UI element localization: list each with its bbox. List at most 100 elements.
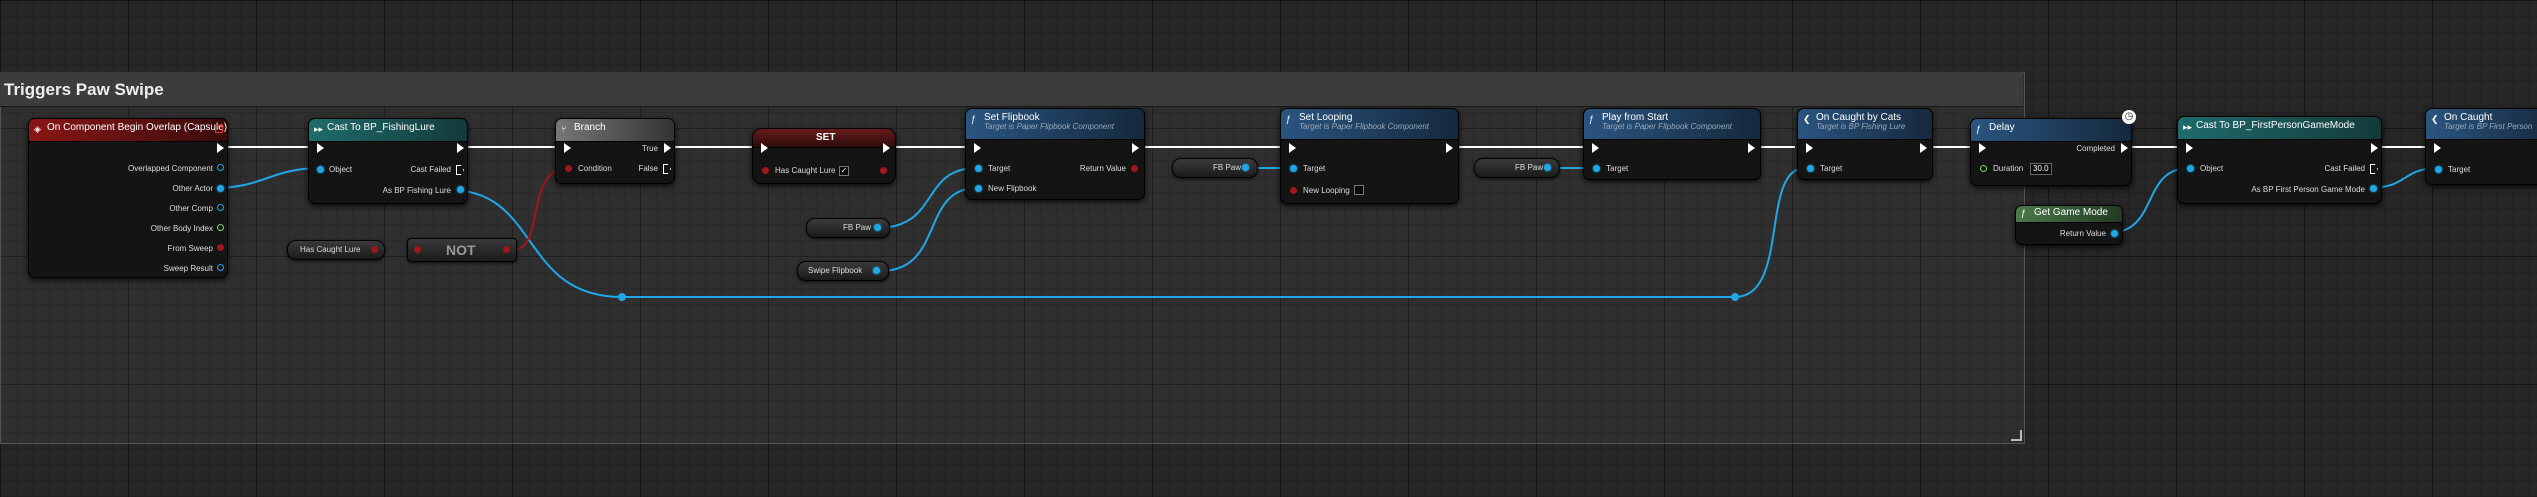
has-caught-lure-in-pin[interactable] — [762, 167, 769, 174]
delegate-pin[interactable] — [215, 125, 223, 133]
target-pin[interactable] — [1593, 165, 1600, 172]
node-title: Cast To BP_FishingLure — [327, 122, 435, 133]
new-looping-checkbox[interactable] — [1354, 185, 1364, 195]
exec-in-pin[interactable] — [761, 143, 768, 153]
message-icon: ❮ — [1803, 114, 1811, 124]
node-branch[interactable]: ⑂ Branch True Condition False — [555, 118, 675, 184]
pin-label: As BP Fishing Lure — [382, 186, 451, 195]
node-subtitle: Target is BP Fishing Lure — [1816, 122, 1906, 131]
true-exec-pin[interactable] — [664, 143, 671, 153]
pin-label: Target — [1606, 164, 1629, 173]
duration-pin[interactable] — [1980, 165, 1987, 172]
node-cast-to-fishing-lure[interactable]: ▸▸ Cast To BP_FishingLure Object Cast Fa… — [308, 118, 468, 204]
object-out-pin[interactable] — [874, 224, 881, 231]
object-pin[interactable] — [2187, 165, 2194, 172]
function-icon: ƒ — [971, 114, 977, 124]
other-actor-pin[interactable] — [217, 185, 224, 192]
node-not[interactable]: NOT — [407, 238, 517, 262]
not-label: NOT — [446, 242, 476, 258]
other-comp-pin[interactable] — [217, 204, 224, 211]
exec-out-pin[interactable] — [457, 143, 464, 153]
exec-out-pin[interactable] — [1446, 143, 1453, 153]
new-flipbook-pin[interactable] — [975, 185, 982, 192]
object-out-pin[interactable] — [873, 267, 880, 274]
node-subtitle: Target is Paper Flipbook Component — [1602, 122, 1732, 131]
target-pin[interactable] — [2435, 166, 2442, 173]
sweep-result-pin[interactable] — [217, 264, 224, 271]
exec-in-pin[interactable] — [1979, 143, 1986, 153]
exec-in-pin[interactable] — [2186, 143, 2193, 153]
get-fb-paw[interactable]: FB Paw — [1474, 158, 1560, 178]
message-icon: ❮ — [2431, 114, 2439, 124]
object-out-pin[interactable] — [1242, 164, 1249, 171]
function-icon: ƒ — [1286, 114, 1292, 124]
condition-pin[interactable] — [565, 165, 572, 172]
duration-input[interactable]: 30.0 — [2030, 163, 2052, 175]
event-icon: ◈ — [34, 124, 41, 134]
exec-out-pin[interactable] — [1920, 143, 1927, 153]
pin-label: Condition — [578, 164, 612, 173]
pin-label: Sweep Result — [163, 264, 213, 273]
exec-in-pin[interactable] — [1806, 143, 1813, 153]
get-fb-paw[interactable]: FB Paw — [1172, 158, 1258, 178]
node-on-caught[interactable]: ❮ On Caught Target is BP First Person Ta… — [2425, 108, 2537, 185]
exec-in-pin[interactable] — [974, 143, 981, 153]
exec-in-pin[interactable] — [564, 143, 571, 153]
pin-label: Target — [1303, 164, 1326, 173]
object-pin[interactable] — [317, 166, 324, 173]
exec-out-pin[interactable] — [217, 143, 224, 153]
exec-in-pin[interactable] — [1592, 143, 1599, 153]
target-pin[interactable] — [1290, 165, 1297, 172]
as-first-person-game-mode-pin[interactable] — [2370, 185, 2377, 192]
return-value-pin[interactable] — [2111, 230, 2118, 237]
get-swipe-flipbook[interactable]: Swipe Flipbook — [797, 261, 889, 281]
new-looping-pin[interactable] — [1290, 187, 1297, 194]
node-on-caught-by-cats[interactable]: ❮ On Caught by Cats Target is BP Fishing… — [1797, 108, 1933, 180]
as-fishing-lure-pin[interactable] — [457, 186, 464, 193]
node-delay[interactable]: ƒ Delay Completed Duration 30.0 — [1970, 118, 2132, 186]
target-pin[interactable] — [1807, 165, 1814, 172]
target-pin[interactable] — [975, 165, 982, 172]
exec-out-pin[interactable] — [1748, 143, 1755, 153]
overlapped-component-pin[interactable] — [217, 164, 224, 171]
from-sweep-pin[interactable] — [217, 244, 224, 251]
node-title: Cast To BP_FirstPersonGameMode — [2196, 120, 2355, 131]
node-cast-to-first-person-game-mode[interactable]: ▸▸ Cast To BP_FirstPersonGameMode Object… — [2177, 116, 2382, 204]
exec-in-pin[interactable] — [2434, 143, 2441, 153]
bool-out-pin[interactable] — [503, 246, 510, 253]
object-wire — [212, 167, 323, 189]
false-exec-pin[interactable] — [663, 164, 671, 174]
node-set-has-caught-lure[interactable]: SET Has Caught Lure ✓ — [752, 128, 896, 184]
exec-out-pin[interactable] — [883, 143, 890, 153]
exec-in-pin[interactable] — [317, 143, 324, 153]
completed-exec-pin[interactable] — [2121, 143, 2128, 153]
node-set-looping[interactable]: ƒ Set Looping Target is Paper Flipbook C… — [1280, 108, 1459, 204]
node-title: On Component Begin Overlap (Capsule) — [47, 122, 228, 133]
node-play-from-start[interactable]: ƒ Play from Start Target is Paper Flipbo… — [1583, 108, 1761, 180]
exec-out-pin[interactable] — [2371, 143, 2378, 153]
node-title: Get Game Mode — [2034, 207, 2108, 218]
cast-failed-pin[interactable] — [456, 165, 464, 175]
node-subtitle: Target is Paper Flipbook Component — [1299, 122, 1429, 131]
cast-failed-pin[interactable] — [2370, 164, 2378, 174]
has-caught-lure-out-pin[interactable] — [880, 167, 887, 174]
pin-label: New Flipbook — [988, 184, 1037, 193]
bool-in-pin[interactable] — [414, 246, 421, 253]
node-on-component-begin-overlap[interactable]: ◈ On Component Begin Overlap (Capsule) O… — [28, 118, 228, 278]
node-set-flipbook[interactable]: ƒ Set Flipbook Target is Paper Flipbook … — [965, 108, 1145, 200]
get-fb-paw[interactable]: FB Paw — [806, 218, 890, 238]
exec-out-pin[interactable] — [1132, 143, 1139, 153]
node-get-game-mode[interactable]: ƒ Get Game Mode Return Value — [2015, 205, 2123, 245]
bool-out-pin[interactable] — [371, 246, 378, 253]
node-title: Branch — [574, 122, 606, 133]
exec-in-pin[interactable] — [1289, 143, 1296, 153]
object-out-pin[interactable] — [1544, 164, 1551, 171]
pin-label: As BP First Person Game Mode — [2251, 185, 2365, 194]
get-has-caught-lure[interactable]: Has Caught Lure — [287, 240, 385, 260]
pin-label: New Looping — [1303, 186, 1350, 195]
has-caught-lure-checkbox[interactable]: ✓ — [839, 166, 849, 176]
return-value-pin[interactable] — [1131, 165, 1138, 172]
other-body-index-pin[interactable] — [217, 224, 224, 231]
pin-label: Overlapped Component — [128, 164, 213, 173]
branch-icon: ⑂ — [561, 124, 567, 134]
